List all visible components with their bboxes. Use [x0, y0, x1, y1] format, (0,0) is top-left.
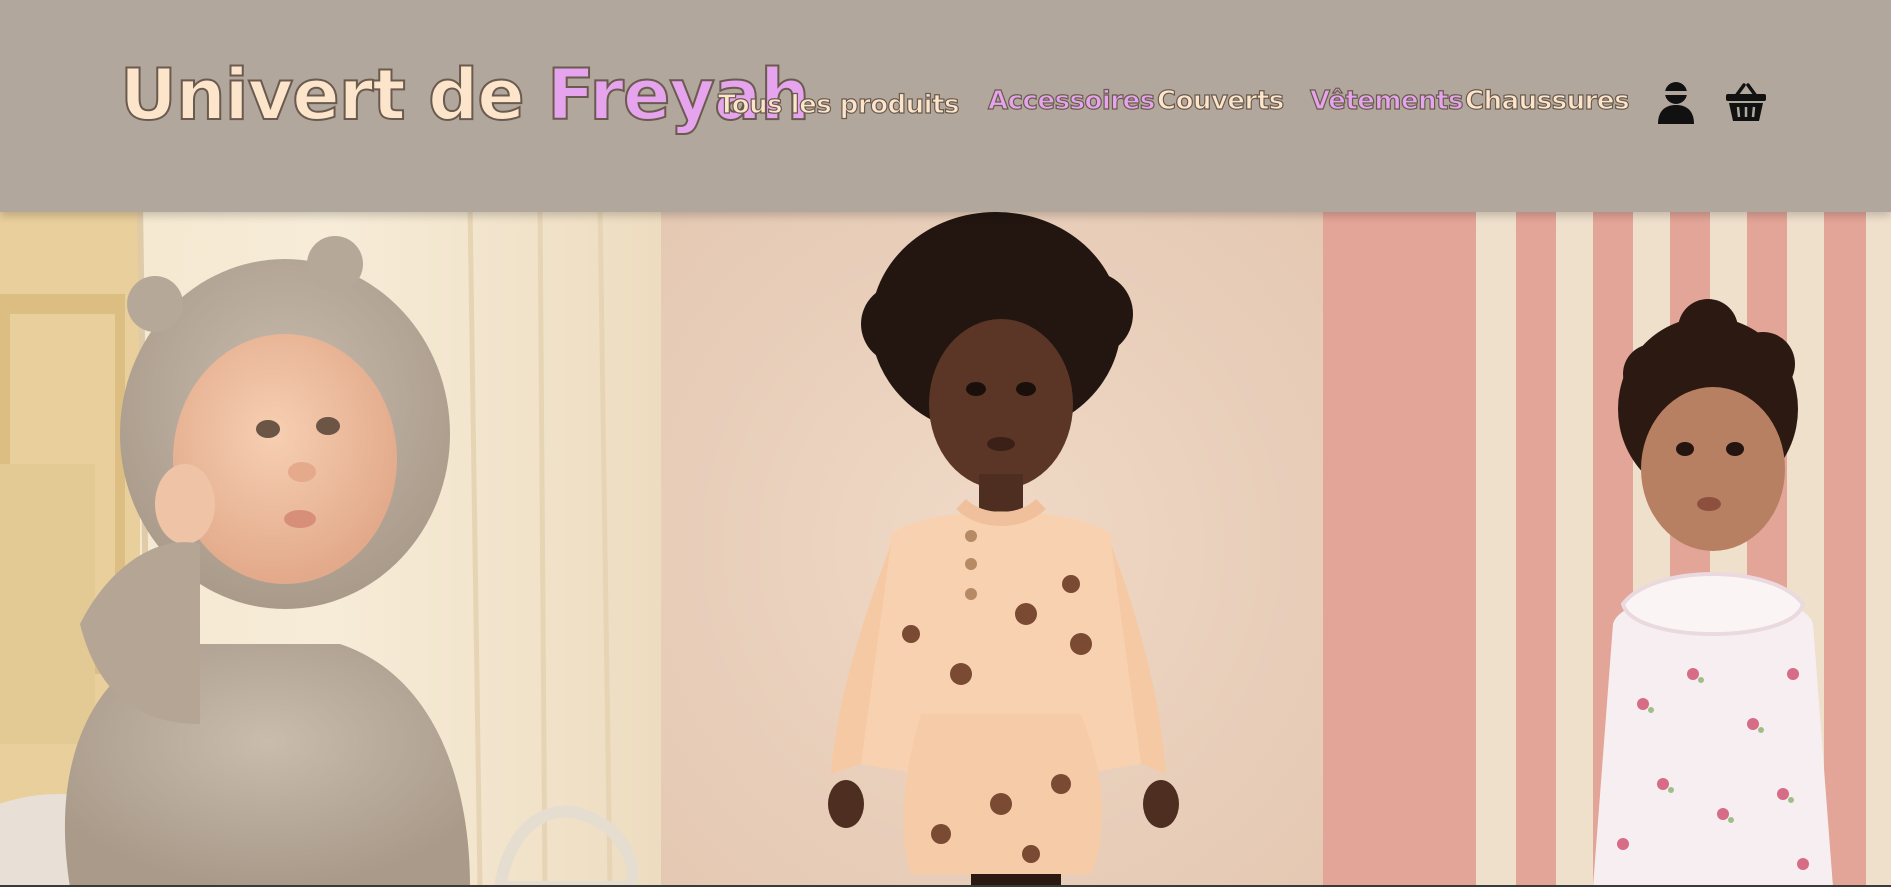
nav-link-couverts[interactable]: Couverts: [1156, 87, 1284, 114]
site-logo[interactable]: Univert de Freyah: [119, 59, 811, 131]
nav-link-accessoires[interactable]: Accessoires: [987, 87, 1155, 114]
nav-link-chaussures[interactable]: Chaussures: [1464, 87, 1630, 114]
hero-image-bear-suit-baby: [0, 204, 661, 887]
nav-link-vetements[interactable]: Vêtements: [1309, 87, 1464, 114]
hero-image-apricot-set-toddler: [661, 204, 1323, 887]
hero-banner: [0, 204, 1891, 887]
user-icon[interactable]: [1654, 80, 1698, 124]
basket-icon[interactable]: [1724, 80, 1768, 124]
nav-link-tous-les-produits[interactable]: Tous les produits: [717, 91, 960, 118]
hero-image-floral-blouse-toddler: [1323, 204, 1891, 887]
logo-text-part1: Univert de: [119, 54, 548, 136]
site-header: Univert de Freyah Tous les produits Acce…: [0, 0, 1891, 212]
